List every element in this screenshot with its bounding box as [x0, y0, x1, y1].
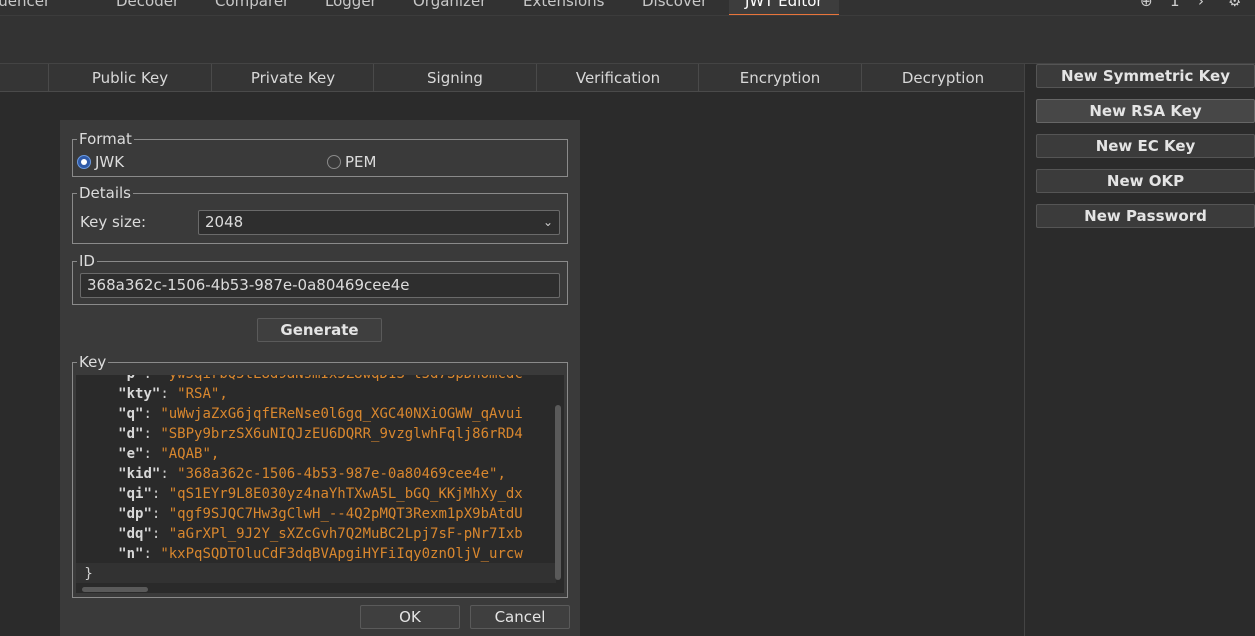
- tab-comparer[interactable]: Comparer: [215, 0, 289, 10]
- generate-button[interactable]: Generate: [257, 318, 382, 342]
- json-line: "kid": "368a362c-1506-4b53-987e-0a80469c…: [118, 466, 506, 482]
- details-legend: Details: [77, 184, 134, 202]
- current-line-highlight: [76, 563, 556, 583]
- new-okp-button[interactable]: New OKP: [1036, 169, 1255, 193]
- json-value: "qS1EYr9L8E030yz4naYhTXwA5L_bGQ_KKjMhXy_…: [168, 486, 523, 502]
- json-key: "d": [118, 426, 144, 442]
- json-closing-brace: }: [76, 566, 93, 582]
- column-header-verification[interactable]: Verification: [536, 64, 699, 92]
- json-line: "q": "uWwjaZxG6jqfEReNse0l6gq_XGC40NXiOG…: [118, 406, 523, 422]
- radio-selected-icon: [77, 155, 91, 169]
- json-key: "dp": [118, 506, 152, 522]
- key-actions-panel: New Symmetric Key New RSA Key New EC Key Ne…: [1024, 64, 1255, 636]
- toolbar: [0, 16, 1255, 64]
- chevron-down-icon: ⌄: [542, 215, 553, 229]
- json-value: "SBPy9brzSX6uNIQJzEU6DQRR_9vzglwhFqlj86r…: [160, 426, 523, 442]
- json-value: "368a362c-1506-4b53-987e-0a80469cee4e",: [177, 466, 506, 482]
- json-line: "e": "AQAB",: [118, 446, 220, 462]
- column-header-encryption[interactable]: Encryption: [698, 64, 861, 92]
- tab-sequencer[interactable]: Sequencer: [0, 0, 50, 10]
- column-header-decryption[interactable]: Decryption: [861, 64, 1024, 92]
- tab-discover[interactable]: Discover: [642, 0, 707, 10]
- id-legend: ID: [77, 252, 97, 270]
- cancel-button[interactable]: Cancel: [470, 605, 570, 629]
- globe-icon[interactable]: ⊕: [1140, 0, 1153, 10]
- json-value: "qgf9SJQC7Hw3gClwH_--4Q2pMQT3Rexm1pX9bAt…: [168, 506, 523, 522]
- key-size-value: 2048: [205, 213, 244, 231]
- ok-button[interactable]: OK: [360, 605, 460, 629]
- json-line: "dp": "qgf9SJQC7Hw3gClwH_--4Q2pMQT3Rexm1…: [118, 506, 523, 522]
- json-key: "n": [118, 546, 144, 562]
- json-key: "q": [118, 406, 144, 422]
- json-line: "qi": "qS1EYr9L8E030yz4naYhTXwA5L_bGQ_KK…: [118, 486, 523, 502]
- json-key: "kid": [118, 466, 161, 482]
- column-header-private-key[interactable]: Private Key: [211, 64, 374, 92]
- json-key: "qi": [118, 486, 152, 502]
- json-key: "dq": [118, 526, 152, 542]
- tab-logger[interactable]: Logger: [325, 0, 377, 10]
- format-jwk-label: JWK: [95, 153, 125, 171]
- tab-jwt-editor[interactable]: JWT Editor: [729, 0, 839, 15]
- json-value: "RSA",: [177, 386, 228, 402]
- gear-icon[interactable]: ⚙: [1228, 0, 1241, 10]
- key-legend: Key: [77, 353, 109, 371]
- json-value: "AQAB",: [160, 446, 220, 462]
- format-legend: Format: [77, 130, 134, 148]
- id-input[interactable]: 368a362c-1506-4b53-987e-0a80469cee4e: [80, 273, 560, 298]
- new-ec-key-button[interactable]: New EC Key: [1036, 134, 1255, 158]
- tab-extensions[interactable]: Extensions: [523, 0, 604, 10]
- json-line: "d": "SBPy9brzSX6uNIQJzEU6DQRR_9vzglwhFq…: [118, 426, 523, 442]
- format-jwk-radio[interactable]: JWK: [77, 153, 124, 171]
- json-value: "aGrXPl_9J2Y_sXZcGvh7Q2MuBC2Lpj7sF-pNr7I…: [168, 526, 523, 542]
- json-value: "kxPqSQDTOluCdF3dqBVApgiHYFiIqy0znOljV_u…: [160, 546, 523, 562]
- new-symmetric-key-button[interactable]: New Symmetric Key: [1036, 64, 1255, 88]
- json-value: "uWwjaZxG6jqfEReNse0l6gq_XGC40NXiOGWW_qA…: [160, 406, 523, 422]
- column-header-signing[interactable]: Signing: [373, 64, 536, 92]
- json-line: "kty": "RSA",: [118, 386, 228, 402]
- json-key: "e": [118, 446, 144, 462]
- json-line: "p": "yw5qirbQ5tL8d9aNsmIx5Z8wqD1S-t5d7S…: [76, 375, 523, 384]
- json-line: "dq": "aGrXPl_9J2Y_sXZcGvh7Q2MuBC2Lpj7sF…: [118, 526, 523, 542]
- editor-horizontal-scrollbar[interactable]: [82, 587, 148, 592]
- editor-vertical-scrollbar[interactable]: [555, 405, 561, 580]
- key-json-editor[interactable]: "p": "yw5qirbQ5tL8d9aNsmIx5Z8wqD1S-t5d7S…: [76, 375, 564, 593]
- column-header-public-key[interactable]: Public Key: [48, 64, 211, 92]
- format-pem-label: PEM: [345, 153, 377, 171]
- top-nav: JWT Editor ⊕ 1 › ⚙ Sequencer Decoder Compa…: [0, 0, 1255, 16]
- format-group: Format: [72, 130, 568, 177]
- json-key: "p": [118, 375, 143, 382]
- format-pem-radio[interactable]: PEM: [327, 153, 376, 171]
- radio-unselected-icon: [327, 155, 341, 169]
- keys-table-header: Public Key Private Key Signing Verification…: [0, 64, 1024, 92]
- new-password-button[interactable]: New Password: [1036, 204, 1255, 228]
- json-value: "yw5qirbQ5tL8d9aNsmIx5Z8wqD1S-t5d7SpDnom…: [160, 375, 522, 382]
- tab-decoder[interactable]: Decoder: [116, 0, 179, 10]
- tab-organizer[interactable]: Organizer: [413, 0, 486, 10]
- key-size-select[interactable]: 2048 ⌄: [198, 210, 560, 235]
- notification-count: 1: [1170, 0, 1180, 10]
- json-key: "kty": [118, 386, 161, 402]
- new-rsa-key-button[interactable]: New RSA Key: [1036, 99, 1255, 123]
- chevron-right-icon[interactable]: ›: [1198, 0, 1204, 10]
- key-size-label: Key size:: [80, 213, 147, 231]
- json-line: "n": "kxPqSQDTOluCdF3dqBVApgiHYFiIqy0znO…: [118, 546, 523, 562]
